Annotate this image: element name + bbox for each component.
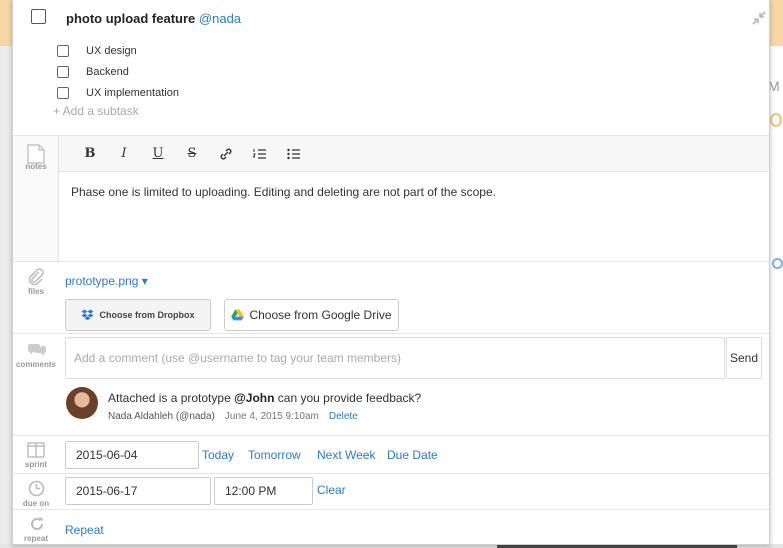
background-search-icon: [772, 258, 783, 269]
bullet-list-icon: [287, 148, 300, 159]
underline-button[interactable]: U: [141, 141, 175, 167]
collapse-icon[interactable]: [751, 10, 767, 26]
comments-label: comments: [15, 360, 56, 369]
notes-label: notes: [25, 162, 47, 171]
comment-date: June 4, 2015 9:10am: [224, 411, 319, 422]
numbered-list-icon: [253, 148, 266, 159]
comment-mention[interactable]: @John: [234, 391, 274, 405]
choose-from-dropbox-button[interactable]: Choose from Dropbox: [65, 299, 211, 331]
comments-section: comments Send Attached is a prototype @J…: [13, 333, 769, 435]
dropbox-icon: [81, 309, 94, 321]
numbered-list-button[interactable]: [243, 141, 277, 167]
notes-section: notes B I U S Phase one is limited to up…: [13, 135, 769, 261]
due-label: due on: [22, 499, 50, 508]
subtask-list: UX design Backend UX implementation: [57, 40, 179, 103]
google-drive-button-label: Choose from Google Drive: [249, 308, 392, 322]
strikethrough-button[interactable]: S: [175, 141, 209, 167]
task-title-text: photo upload feature: [66, 11, 196, 26]
attached-file-link[interactable]: prototype.png ▾: [65, 274, 148, 288]
comment-meta: Nada Aldahleh (@nada) June 4, 2015 9:10a…: [108, 411, 358, 422]
italic-button[interactable]: I: [107, 141, 141, 167]
subtask-checkbox[interactable]: [57, 65, 69, 78]
subtask-item: Backend: [57, 61, 179, 82]
subtask-label[interactable]: Backend: [86, 66, 129, 78]
notes-editor[interactable]: B I U S Phase one is limited to uploadin…: [58, 136, 769, 261]
task-detail-modal: photo upload feature @nada UX design Bac…: [12, 0, 770, 545]
delete-comment-link[interactable]: Delete: [329, 411, 358, 422]
repeat-label: repeat: [23, 534, 48, 543]
due-section: due on Clear: [13, 473, 769, 509]
comment-text: Attached is a prototype @John can you pr…: [108, 391, 421, 405]
repeat-icon: [29, 516, 45, 535]
add-subtask-link[interactable]: + Add a subtask: [53, 104, 139, 118]
subtask-checkbox[interactable]: [57, 44, 69, 57]
sprint-label: sprint: [24, 460, 48, 469]
sprint-tomorrow-link[interactable]: Tomorrow: [248, 448, 301, 462]
dropbox-button-label: Choose from Dropbox: [99, 310, 195, 320]
task-header: photo upload feature @nada UX design Bac…: [13, 0, 769, 135]
comment-input[interactable]: [65, 337, 725, 379]
sprint-next-week-link[interactable]: Next Week: [317, 448, 375, 462]
background-ring-icon: [770, 113, 782, 127]
subtask-label[interactable]: UX design: [86, 45, 137, 57]
repeat-section: repeat Repeat: [13, 509, 769, 545]
subtask-item: UX design: [57, 40, 179, 61]
clock-icon: [28, 480, 45, 500]
subtask-checkbox[interactable]: [57, 86, 69, 99]
due-date-input[interactable]: [65, 477, 211, 505]
editor-toolbar: B I U S: [59, 136, 769, 172]
sprint-columns-icon: [27, 442, 45, 461]
task-title[interactable]: photo upload feature @nada: [66, 11, 241, 26]
send-comment-button[interactable]: Send: [726, 337, 762, 379]
bullet-list-button[interactable]: [277, 141, 311, 167]
subtask-item: UX implementation: [57, 82, 179, 103]
due-time-input[interactable]: [214, 477, 313, 505]
comment-text-before: Attached is a prototype: [108, 391, 235, 405]
google-drive-icon: [231, 309, 245, 321]
files-label: files: [27, 287, 44, 296]
task-complete-checkbox[interactable]: [31, 9, 46, 24]
sprint-today-link[interactable]: Today: [202, 448, 234, 462]
subtask-label[interactable]: UX implementation: [86, 87, 179, 99]
clear-due-link[interactable]: Clear: [317, 483, 346, 497]
paperclip-icon: [27, 268, 45, 289]
sprint-section: sprint Today Tomorrow Next Week Due Date: [13, 435, 769, 473]
notes-text[interactable]: Phase one is limited to uploading. Editi…: [59, 172, 769, 212]
choose-from-google-drive-button[interactable]: Choose from Google Drive: [224, 299, 399, 331]
repeat-link[interactable]: Repeat: [65, 523, 104, 537]
avatar: [66, 387, 98, 419]
files-section: files prototype.png ▾ Choose from Dropbo…: [13, 261, 769, 333]
sprint-due-date-link[interactable]: Due Date: [387, 448, 438, 462]
link-button[interactable]: [209, 141, 243, 167]
bold-button[interactable]: B: [73, 141, 107, 167]
link-icon: [220, 148, 232, 159]
comment-author: Nada Aldahleh (@nada): [108, 411, 215, 422]
comment-text-after: can you provide feedback?: [274, 391, 422, 405]
sprint-date-input[interactable]: [65, 441, 199, 469]
task-mention[interactable]: @nada: [199, 11, 241, 26]
